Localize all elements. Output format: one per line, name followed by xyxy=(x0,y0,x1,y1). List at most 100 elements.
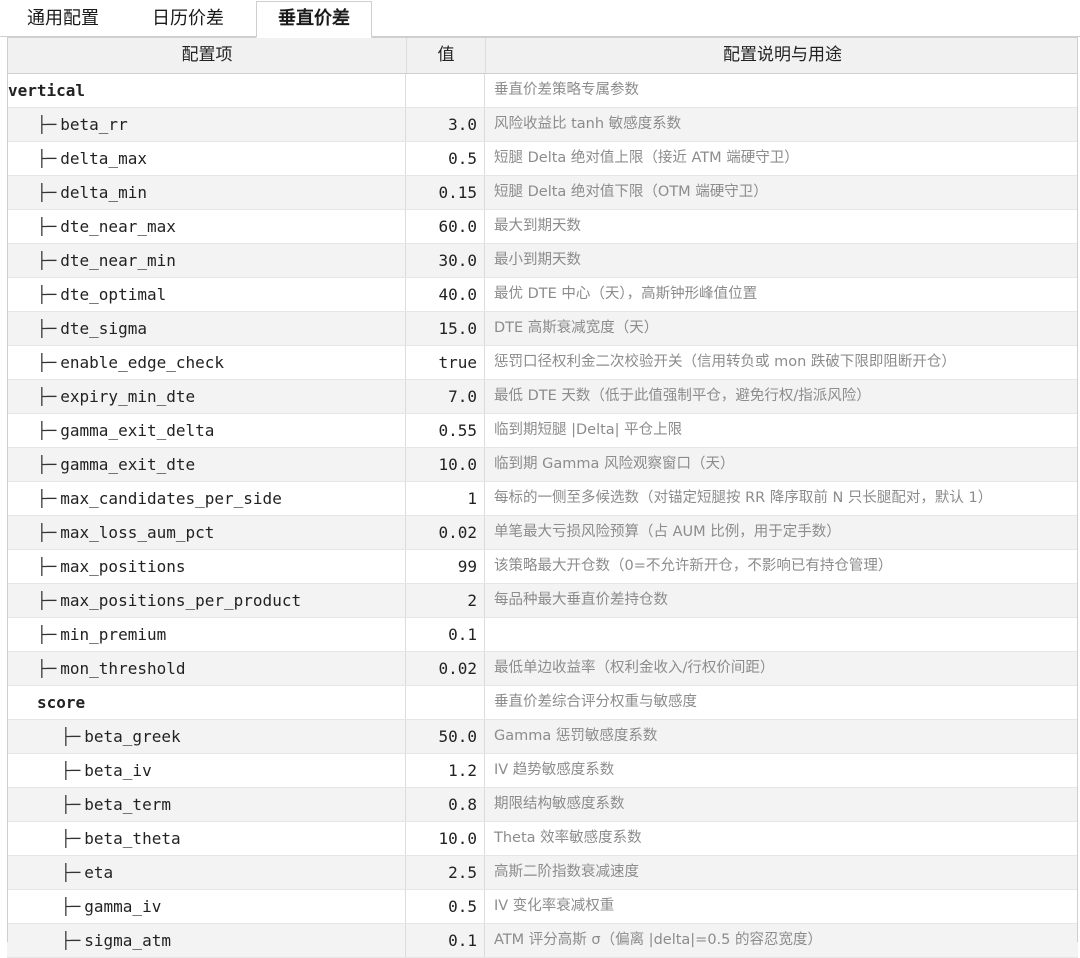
table-row[interactable]: ├─ dte_near_max 60.0 最大到期天数 xyxy=(7,210,1078,244)
tree-branch-icon: ├─ xyxy=(37,217,57,236)
config-key: delta_min xyxy=(60,183,147,202)
table-row[interactable]: ├─ dte_sigma 15.0 DTE 高斯衰减宽度（天） xyxy=(7,312,1078,346)
config-table: 配置项 值 配置说明与用途 vertical 垂直价差策略专属参数 ├─ beta_r… xyxy=(7,37,1078,958)
config-value[interactable] xyxy=(406,686,485,719)
tab-calendar-spread[interactable]: 日历价差 xyxy=(130,2,246,36)
config-description: 最低单边收益率（权利金收入/行权价间距） xyxy=(494,660,775,676)
config-value[interactable]: 0.1 xyxy=(406,924,485,957)
config-value[interactable]: 0.5 xyxy=(406,890,485,923)
config-description: 短腿 Delta 绝对值上限（接近 ATM 端硬守卫） xyxy=(494,150,799,166)
table-row[interactable]: ├─ beta_greek 50.0 Gamma 惩罚敏感度系数 xyxy=(7,720,1078,754)
table-row[interactable]: score 垂直价差综合评分权重与敏感度 xyxy=(7,686,1078,720)
table-row[interactable]: ├─ beta_theta 10.0 Theta 效率敏感度系数 xyxy=(7,822,1078,856)
table-row[interactable]: ├─ sigma_atm 0.1 ATM 评分高斯 σ（偏离 |delta|=0.5 … xyxy=(7,924,1078,958)
table-row[interactable]: ├─ enable_edge_check true 惩罚口径权利金二次校验开关（信用转… xyxy=(7,346,1078,380)
table-row[interactable]: ├─ min_premium 0.1 xyxy=(7,618,1078,652)
config-key-cell: ├─ delta_max xyxy=(7,142,406,175)
table-row[interactable]: ├─ beta_term 0.8 期限结构敏感度系数 xyxy=(7,788,1078,822)
config-key-cell: ├─ eta xyxy=(7,856,406,889)
config-value[interactable] xyxy=(406,74,485,107)
config-value[interactable]: 0.1 xyxy=(406,618,485,651)
tree-branch-icon: ├─ xyxy=(37,319,57,338)
config-key: gamma_exit_dte xyxy=(60,455,196,474)
config-value[interactable]: 0.02 xyxy=(406,516,485,549)
config-key-cell: ├─ mon_threshold xyxy=(7,652,406,685)
tab-bar: 通用配置 日历价差 垂直价差 xyxy=(0,0,1080,38)
config-description: 单笔最大亏损风险预算（占 AUM 比例，用于定手数） xyxy=(494,524,841,540)
table-body: vertical 垂直价差策略专属参数 ├─ beta_rr 3.0 风险收益比 tanh… xyxy=(7,74,1078,958)
table-row[interactable]: ├─ delta_max 0.5 短腿 Delta 绝对值上限（接近 ATM 端硬守卫… xyxy=(7,142,1078,176)
config-key-cell: ├─ min_premium xyxy=(7,618,406,651)
tree-branch-icon: ├─ xyxy=(37,455,57,474)
tab-vertical-spread[interactable]: 垂直价差 xyxy=(256,1,372,38)
config-key: dte_near_min xyxy=(60,251,176,270)
config-value[interactable]: 2 xyxy=(406,584,485,617)
config-description: 临到期短腿 |Delta| 平仓上限 xyxy=(494,422,683,438)
table-row[interactable]: ├─ max_positions 99 该策略最大开仓数（0=不允许新开仓，不影响已有… xyxy=(7,550,1078,584)
tree-branch-icon: ├─ xyxy=(61,897,81,916)
config-value[interactable]: 60.0 xyxy=(406,210,485,243)
config-value[interactable]: 99 xyxy=(406,550,485,583)
table-row[interactable]: ├─ eta 2.5 高斯二阶指数衰减速度 xyxy=(7,856,1078,890)
header-value: 值 xyxy=(407,38,486,73)
config-key-cell: ├─ enable_edge_check xyxy=(7,346,406,379)
table-row[interactable]: ├─ gamma_iv 0.5 IV 变化率衰减权重 xyxy=(7,890,1078,924)
tree-branch-icon: ├─ xyxy=(61,863,81,882)
config-key-cell: ├─ max_candidates_per_side xyxy=(7,482,406,515)
config-key: beta_term xyxy=(84,795,171,814)
config-value[interactable]: 30.0 xyxy=(406,244,485,277)
config-value[interactable]: 40.0 xyxy=(406,278,485,311)
config-value[interactable]: 10.0 xyxy=(406,822,485,855)
table-row[interactable]: ├─ beta_iv 1.2 IV 趋势敏感度系数 xyxy=(7,754,1078,788)
config-value[interactable]: 10.0 xyxy=(406,448,485,481)
config-key: beta_iv xyxy=(84,761,152,780)
config-key: vertical xyxy=(8,81,86,100)
config-description: 每标的一侧至多候选数（对锚定短腿按 RR 降序取前 N 只长腿配对，默认 1） xyxy=(494,490,993,506)
tree-branch-icon: ├─ xyxy=(61,761,81,780)
config-key-cell: ├─ sigma_atm xyxy=(7,924,406,957)
table-row[interactable]: ├─ max_positions_per_product 2 每品种最大垂直价差持仓数 xyxy=(7,584,1078,618)
config-value[interactable]: 15.0 xyxy=(406,312,485,345)
config-key: gamma_iv xyxy=(84,897,162,916)
config-description: 最小到期天数 xyxy=(494,252,581,268)
config-description: 最大到期天数 xyxy=(494,218,581,234)
config-value[interactable]: 50.0 xyxy=(406,720,485,753)
config-value[interactable]: 3.0 xyxy=(406,108,485,141)
config-description: Theta 效率敏感度系数 xyxy=(494,830,642,846)
table-row[interactable]: ├─ gamma_exit_dte 10.0 临到期 Gamma 风险观察窗口（天） xyxy=(7,448,1078,482)
tree-branch-icon: ├─ xyxy=(37,285,57,304)
tab-general-config[interactable]: 通用配置 xyxy=(8,2,118,36)
table-header-row: 配置项 值 配置说明与用途 xyxy=(7,37,1078,74)
config-description: 该策略最大开仓数（0=不允许新开仓，不影响已有持仓管理） xyxy=(494,558,893,574)
config-value[interactable]: true xyxy=(406,346,485,379)
table-row[interactable]: ├─ mon_threshold 0.02 最低单边收益率（权利金收入/行权价间距） xyxy=(7,652,1078,686)
config-value[interactable]: 0.15 xyxy=(406,176,485,209)
table-row[interactable]: ├─ dte_optimal 40.0 最优 DTE 中心（天），高斯钟形峰值位置 xyxy=(7,278,1078,312)
config-value[interactable]: 1.2 xyxy=(406,754,485,787)
config-key: dte_sigma xyxy=(60,319,147,338)
config-description: IV 变化率衰减权重 xyxy=(494,898,615,914)
config-value[interactable]: 0.02 xyxy=(406,652,485,685)
table-row[interactable]: ├─ beta_rr 3.0 风险收益比 tanh 敏感度系数 xyxy=(7,108,1078,142)
config-key-cell: ├─ max_positions_per_product xyxy=(7,584,406,617)
config-value[interactable]: 1 xyxy=(406,482,485,515)
config-description: DTE 高斯衰减宽度（天） xyxy=(494,320,659,336)
table-row[interactable]: ├─ expiry_min_dte 7.0 最低 DTE 天数（低于此值强制平仓，避免… xyxy=(7,380,1078,414)
table-row[interactable]: ├─ delta_min 0.15 短腿 Delta 绝对值下限（OTM 端硬守卫） xyxy=(7,176,1078,210)
config-value[interactable]: 0.8 xyxy=(406,788,485,821)
table-row[interactable]: ├─ max_candidates_per_side 1 每标的一侧至多候选数（对锚定… xyxy=(7,482,1078,516)
config-key-cell: ├─ delta_min xyxy=(7,176,406,209)
config-key: beta_greek xyxy=(84,727,181,746)
config-value[interactable]: 0.55 xyxy=(406,414,485,447)
config-key: enable_edge_check xyxy=(60,353,225,372)
config-description: 短腿 Delta 绝对值下限（OTM 端硬守卫） xyxy=(494,184,768,200)
table-row[interactable]: vertical 垂直价差策略专属参数 xyxy=(7,74,1078,108)
config-description: 临到期 Gamma 风险观察窗口（天） xyxy=(494,456,735,472)
config-value[interactable]: 7.0 xyxy=(406,380,485,413)
table-row[interactable]: ├─ dte_near_min 30.0 最小到期天数 xyxy=(7,244,1078,278)
config-value[interactable]: 0.5 xyxy=(406,142,485,175)
config-description: Gamma 惩罚敏感度系数 xyxy=(494,728,658,744)
table-row[interactable]: ├─ max_loss_aum_pct 0.02 单笔最大亏损风险预算（占 AUM 比… xyxy=(7,516,1078,550)
table-row[interactable]: ├─ gamma_exit_delta 0.55 临到期短腿 |Delta| 平仓上限 xyxy=(7,414,1078,448)
config-value[interactable]: 2.5 xyxy=(406,856,485,889)
